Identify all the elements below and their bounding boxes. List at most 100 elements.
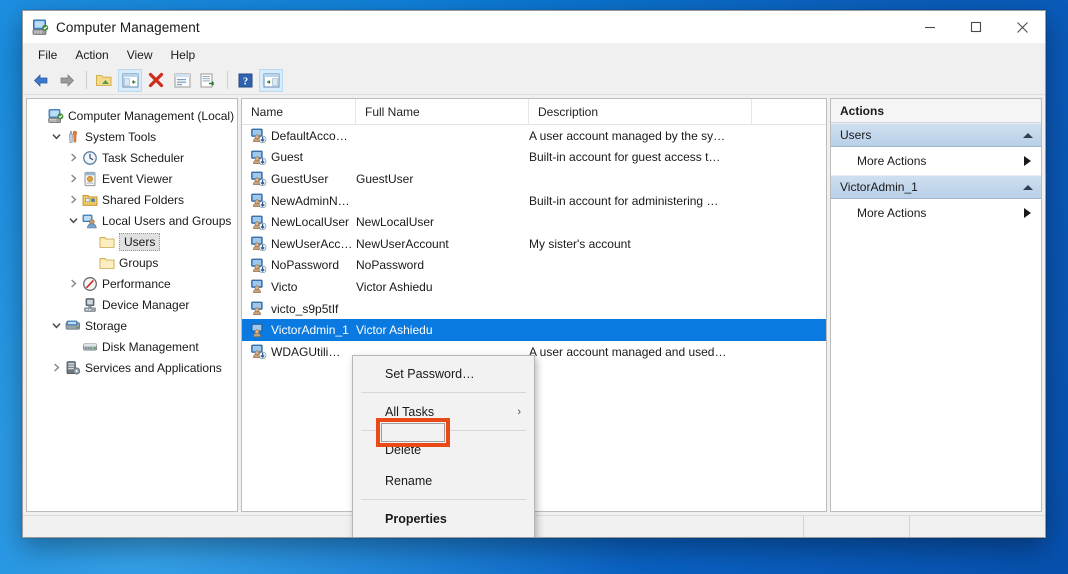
user-account-plain-icon [251, 323, 267, 338]
chevron-right-icon[interactable] [48, 363, 64, 372]
table-row[interactable]: NoPasswordNoPassword [242, 255, 826, 277]
export-list-icon[interactable] [196, 69, 220, 92]
menu-file[interactable]: File [29, 46, 66, 64]
column-header-name[interactable]: Name [242, 99, 356, 124]
actions-groups: Users More ActionsVictorAdmin_1More Actio… [831, 123, 1041, 512]
table-row[interactable]: Guest Built-in account for guest access t… [242, 147, 826, 169]
table-row[interactable]: victo_s9p5tIf [242, 298, 826, 320]
submenu-arrow-icon[interactable] [1024, 208, 1031, 218]
column-header-full-name[interactable]: Full Name [356, 99, 529, 124]
chevron-down-icon[interactable] [65, 216, 81, 225]
context-menu-separator [361, 537, 526, 538]
actions-more-actions-item[interactable]: More Actions [831, 147, 1041, 175]
user-name-cell: VictorAdmin_1 [242, 323, 356, 338]
close-button[interactable] [999, 11, 1045, 43]
tree-item-services-and-applications[interactable]: Services and Applications [27, 357, 237, 378]
column-header-description[interactable]: Description [529, 99, 752, 124]
context-menu-item-set-password[interactable]: Set Password… [353, 358, 534, 389]
actions-pane-filler [831, 227, 1041, 512]
tree-item-users[interactable]: Users [27, 231, 237, 252]
user-name-text: NewLocalUser [271, 215, 349, 229]
folder-up-icon[interactable] [92, 69, 116, 92]
chevron-right-icon[interactable] [65, 174, 81, 183]
tree-item-device-manager[interactable]: Device Manager [27, 294, 237, 315]
properties-icon[interactable] [170, 69, 194, 92]
tree-item-event-viewer[interactable]: Event Viewer [27, 168, 237, 189]
tree-item-label: Event Viewer [102, 172, 172, 186]
user-name-cell: WDAGUtili… [242, 344, 356, 359]
table-row[interactable]: GuestUser GuestUser [242, 168, 826, 190]
window-controls [907, 11, 1045, 43]
full-name-cell: GuestUser [356, 172, 529, 186]
context-menu-item-label: Set Password… [385, 367, 475, 381]
menu-action[interactable]: Action [66, 46, 117, 64]
tree-item-disk-management[interactable]: Disk Management [27, 336, 237, 357]
event-viewer-icon [81, 171, 98, 187]
chevron-down-icon[interactable] [48, 132, 64, 141]
maximize-button[interactable] [953, 11, 999, 43]
full-name-cell: Victor Ashiedu [356, 280, 529, 294]
console-tree-icon[interactable] [118, 69, 142, 92]
submenu-arrow-icon[interactable] [1024, 156, 1031, 166]
user-name-cell: NoPassword [242, 258, 356, 273]
tree-item-computer-management-local[interactable]: Computer Management (Local) [27, 105, 237, 126]
chevron-right-icon[interactable] [65, 279, 81, 288]
user-name-text: GuestUser [271, 172, 328, 186]
status-bar-segment-last [910, 516, 1045, 537]
users-groups-icon [81, 213, 98, 229]
chevron-up-icon[interactable] [1023, 133, 1033, 138]
user-name-text: Guest [271, 150, 303, 164]
title-bar: Computer Management [23, 11, 1045, 43]
context-menu-item-properties[interactable]: Properties [353, 503, 534, 534]
menu-help[interactable]: Help [162, 46, 205, 64]
user-name-text: NewUserAcc… [271, 237, 352, 251]
tree-item-groups[interactable]: Groups [27, 252, 237, 273]
context-menu-separator [361, 499, 526, 500]
actions-more-actions-item[interactable]: More Actions [831, 199, 1041, 227]
actions-group-label: Users [840, 128, 871, 142]
back-icon[interactable] [29, 69, 53, 92]
table-row[interactable]: VictoVictor Ashiedu [242, 276, 826, 298]
table-row[interactable]: DefaultAcco…A user account managed by th… [242, 125, 826, 147]
tree-item-label: Local Users and Groups [102, 214, 231, 228]
tree-item-storage[interactable]: Storage [27, 315, 237, 336]
context-menu-item-label: Properties [385, 512, 447, 526]
forward-icon[interactable] [55, 69, 79, 92]
description-cell: Built-in account for administering … [529, 194, 826, 208]
user-name-cell: DefaultAcco… [242, 128, 356, 143]
tree-item-task-scheduler[interactable]: Task Scheduler [27, 147, 237, 168]
chevron-up-icon[interactable] [1023, 185, 1033, 190]
chevron-right-icon[interactable] [65, 153, 81, 162]
actions-group-header[interactable]: VictorAdmin_1 [831, 175, 1041, 199]
table-row[interactable]: VictorAdmin_1Victor Ashiedu [242, 319, 826, 341]
table-row[interactable]: NewAdminN…Built-in account for administe… [242, 190, 826, 212]
description-cell: Built-in account for guest access t… [529, 150, 826, 164]
table-row[interactable]: NewUserAcc…NewUserAccountMy sister's acc… [242, 233, 826, 255]
delete-x-icon[interactable] [144, 69, 168, 92]
console-tree-pane: Computer Management (Local)System ToolsT… [26, 98, 238, 512]
action-pane-icon[interactable] [259, 69, 283, 92]
actions-group-header[interactable]: Users [831, 123, 1041, 147]
user-account-icon [251, 171, 267, 186]
tree-item-shared-folders[interactable]: Shared Folders [27, 189, 237, 210]
user-name-cell: NewUserAcc… [242, 236, 356, 251]
user-name-text: VictorAdmin_1 [271, 323, 349, 337]
table-row[interactable]: NewLocalUserNewLocalUser [242, 211, 826, 233]
folder-icon [98, 234, 115, 250]
context-menu-item-rename[interactable]: Rename [353, 465, 534, 496]
user-account-icon [251, 128, 267, 143]
minimize-button[interactable] [907, 11, 953, 43]
context-menu-separator [361, 392, 526, 393]
user-account-icon [251, 193, 267, 208]
menu-bar: File Action View Help [23, 43, 1045, 66]
context-menu: Set Password…All Tasks›DeleteRenamePrope… [352, 355, 535, 538]
chevron-down-icon[interactable] [48, 321, 64, 330]
computer-icon [47, 108, 64, 124]
help-icon[interactable]: ? [233, 69, 257, 92]
status-bar-segment [804, 516, 910, 537]
menu-view[interactable]: View [118, 46, 162, 64]
tree-item-performance[interactable]: Performance [27, 273, 237, 294]
chevron-right-icon[interactable] [65, 195, 81, 204]
tree-item-system-tools[interactable]: System Tools [27, 126, 237, 147]
tree-item-local-users-and-groups[interactable]: Local Users and Groups [27, 210, 237, 231]
